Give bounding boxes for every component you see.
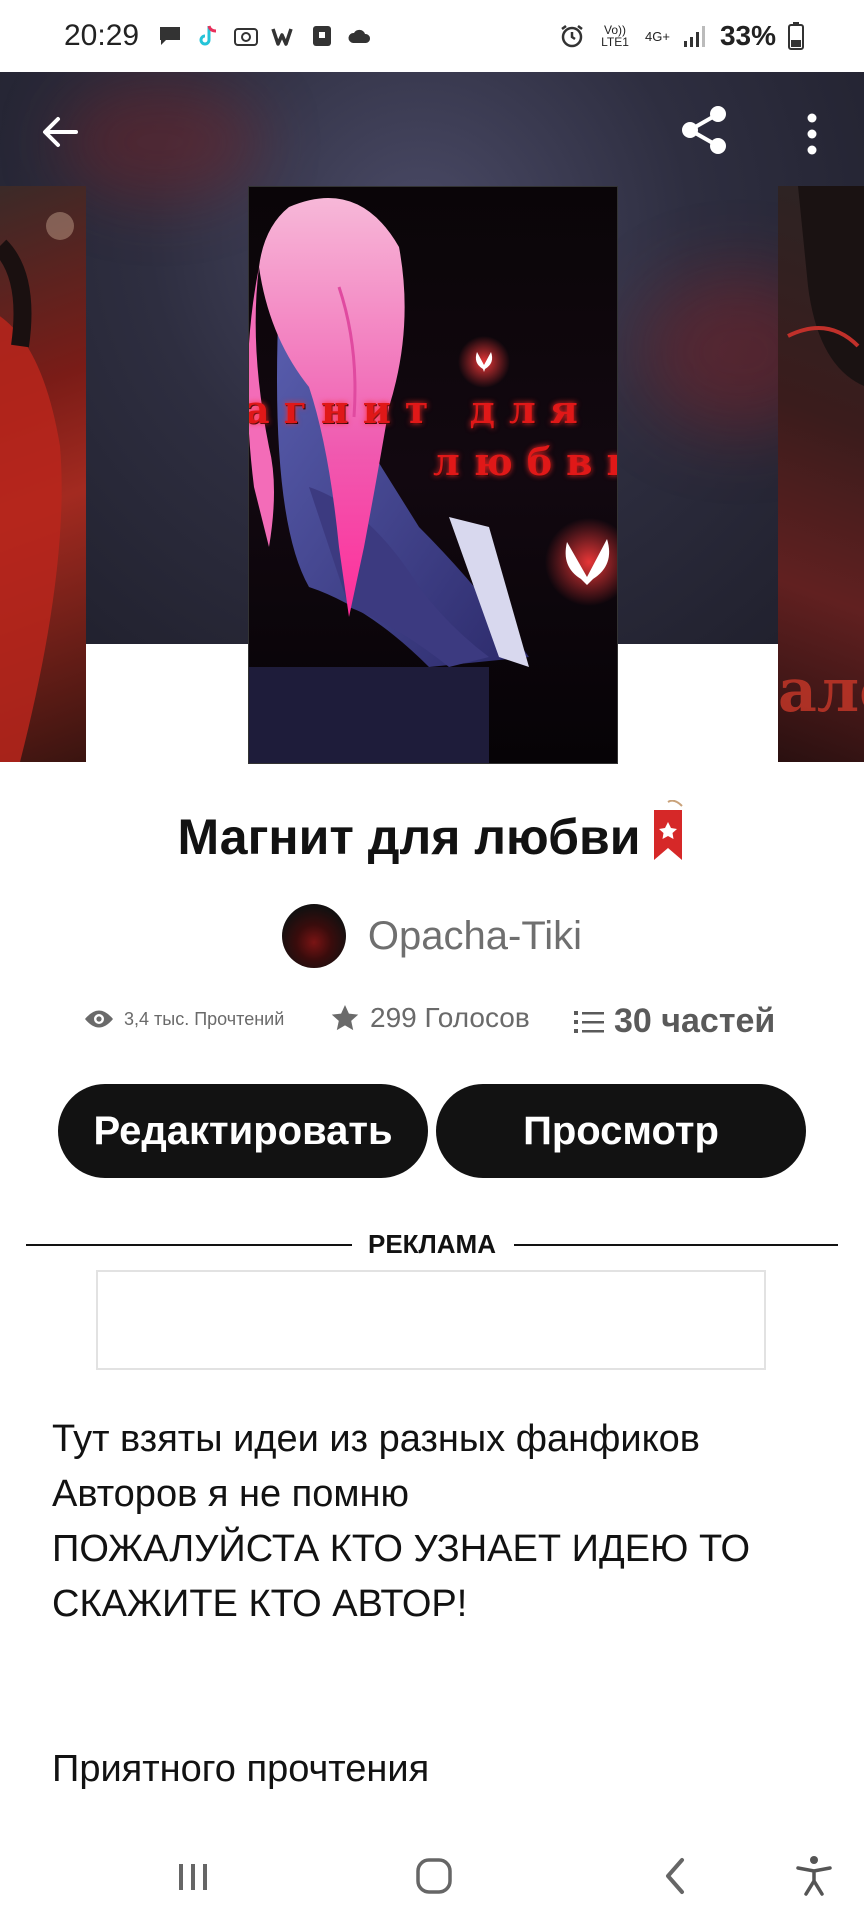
author-name[interactable]: Opacha-Tiki: [368, 914, 582, 959]
description-line: Приятного прочтения: [52, 1748, 430, 1790]
story-cover[interactable]: агнит для любви: [248, 186, 618, 764]
battery-percent: 33%: [719, 20, 776, 51]
cover-title-line-1: агнит для: [248, 387, 592, 432]
votes-count: 299 Голосов: [370, 1002, 530, 1033]
accessibility-icon[interactable]: [784, 1846, 844, 1906]
network-type: 4G+: [645, 28, 670, 44]
wattpad-notification-icon: [271, 28, 293, 46]
story-description: Тут взяты идеи из разных фанфиков Авторо…: [52, 1412, 832, 1797]
prev-cover-art: [0, 212, 74, 762]
cover-title-line-2: любви: [433, 439, 617, 484]
reads-stat: 3,4 тыс. Прочтений: [84, 1008, 284, 1030]
device-notification-icon: [313, 26, 332, 46]
chat-notification-icon: [160, 27, 181, 45]
bookmark-icon: [654, 800, 684, 860]
tiktok-notification-icon: [199, 25, 217, 46]
star-icon: [331, 1005, 359, 1031]
stats-row: 3,4 тыс. Прочтений 299 Голосов 30 частей: [0, 1000, 864, 1060]
ad-label-text: РЕКЛАМА: [351, 1229, 512, 1259]
description-line: СКАЖИТЕ КТО АВТОР!: [52, 1583, 468, 1625]
description-line: ПОЖАЛУЙСТА КТО УЗНАЕТ ИДЕЮ ТО: [52, 1528, 751, 1570]
reads-count: 3,4 тыс. Прочтений: [124, 1008, 285, 1029]
story-title: Магнит для любви: [0, 800, 864, 873]
parts-count: 30 частей: [614, 1002, 776, 1040]
next-cover-title: ало: [778, 656, 864, 726]
top-navigation: [0, 72, 864, 192]
avatar[interactable]: [281, 904, 346, 968]
preview-button[interactable]: Просмотр: [436, 1084, 806, 1178]
share-icon[interactable]: [676, 102, 732, 158]
story-title-text: Магнит для любви: [177, 809, 641, 865]
votes-stat: 299 Голосов: [330, 1002, 530, 1034]
recent-apps-icon[interactable]: [163, 1846, 223, 1906]
cover-carousel-prev[interactable]: [0, 186, 86, 762]
status-bar: 20:29 Vo)) LTE1 4G+ 33%: [0, 0, 864, 72]
cover-carousel-next[interactable]: ало: [778, 186, 864, 762]
edit-button[interactable]: Редактировать: [58, 1084, 428, 1178]
eye-icon: [85, 1010, 113, 1028]
status-left: 20:29: [64, 19, 373, 53]
description-line: Тут взяты идеи из разных фанфиков: [52, 1418, 700, 1460]
description-line: Авторов я не помню: [52, 1473, 409, 1515]
alarm-icon: [561, 25, 583, 48]
network-label: Vo)) LTE1: [601, 23, 629, 49]
list-icon: [574, 1010, 604, 1033]
more-vertical-icon[interactable]: [794, 108, 830, 160]
home-icon[interactable]: [404, 1846, 464, 1906]
battery-icon: [788, 22, 804, 50]
author-row[interactable]: Opacha-Tiki: [0, 900, 864, 972]
status-time: 20:29: [64, 19, 140, 52]
parts-stat: 30 частей: [574, 1002, 775, 1041]
cloud-notification-icon: [348, 29, 371, 43]
ad-label: РЕКЛАМА: [0, 1229, 864, 1260]
back-nav-icon[interactable]: [646, 1846, 706, 1906]
signal-icon: [683, 26, 705, 47]
camera-notification-icon: [234, 28, 259, 46]
arrow-left-icon[interactable]: [36, 108, 84, 156]
ad-banner[interactable]: [96, 1270, 766, 1370]
status-right: Vo)) LTE1 4G+ 33%: [559, 20, 804, 52]
system-navigation-bar: [0, 1832, 864, 1920]
